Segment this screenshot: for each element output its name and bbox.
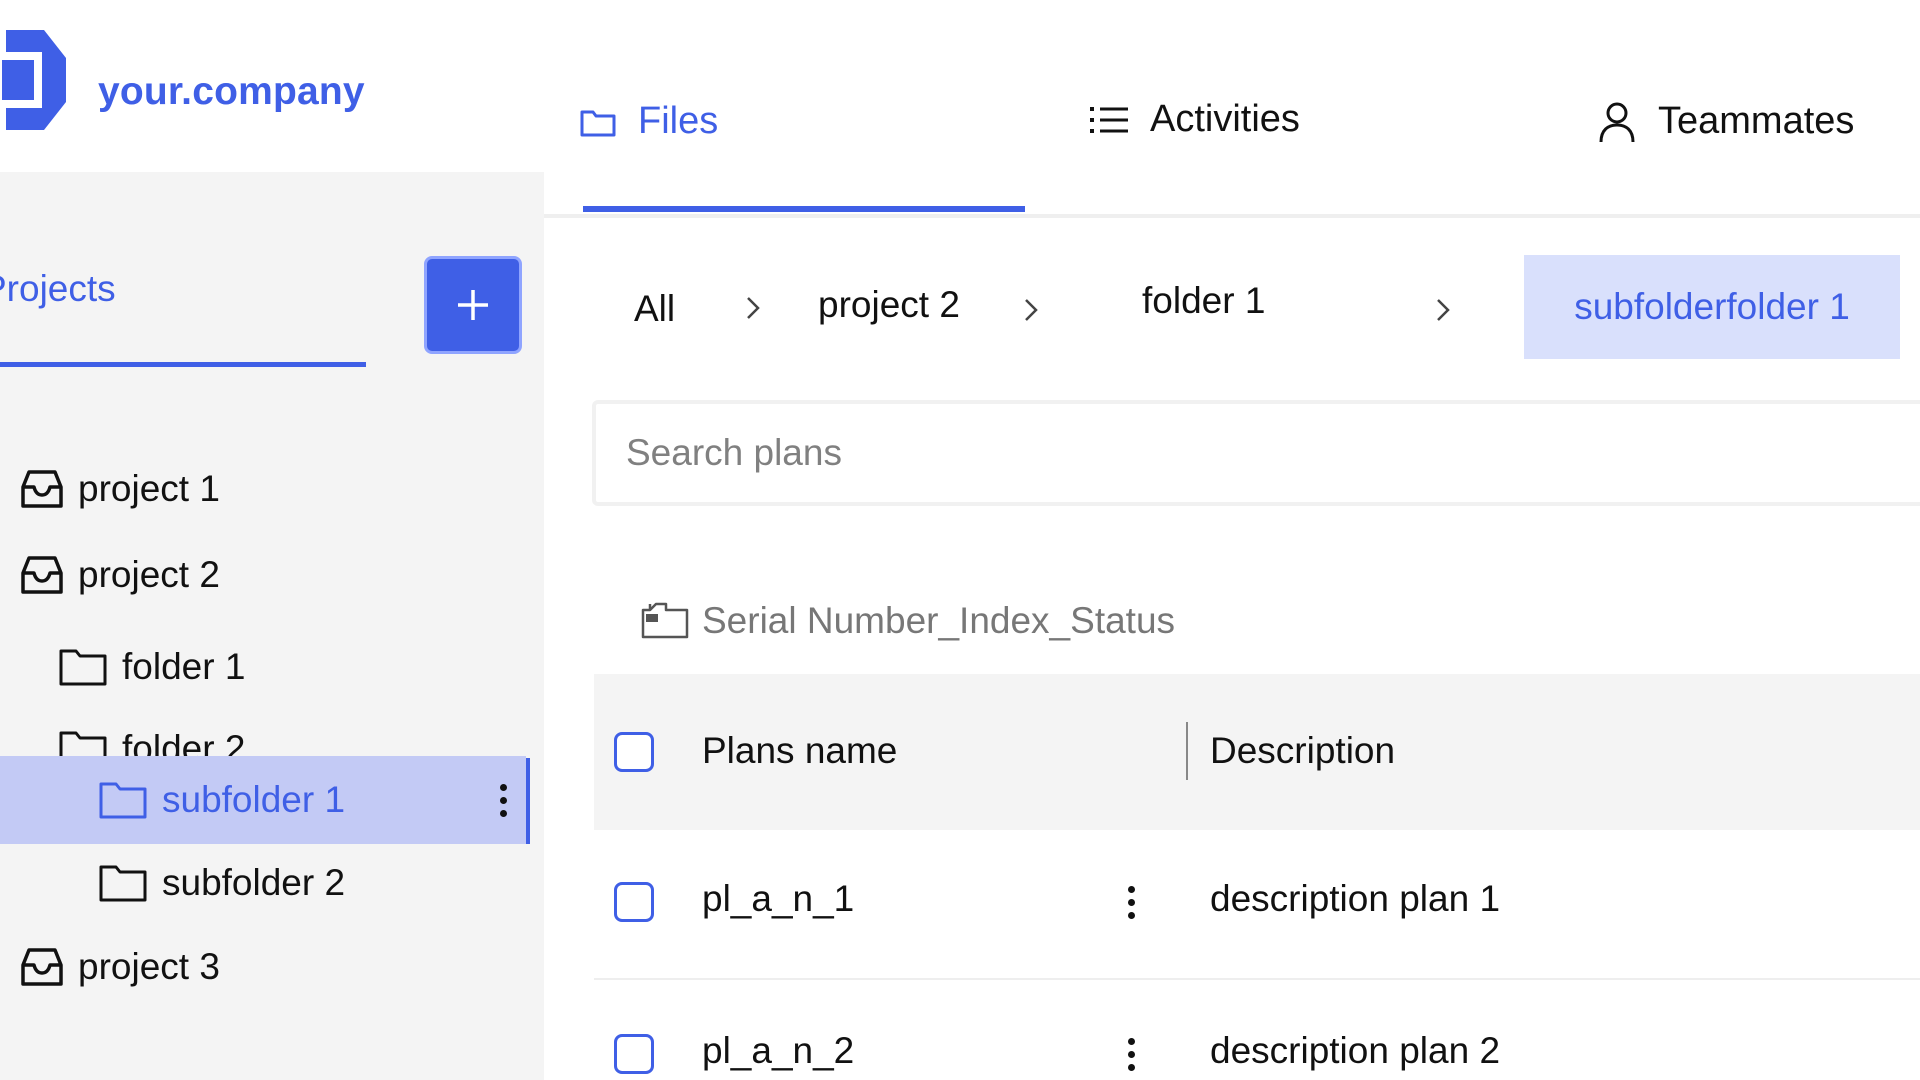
naming-hint: Serial Number_Index_Status <box>640 600 1175 642</box>
tab-teammates[interactable]: Teammates <box>1598 100 1854 143</box>
subfolder-1-more-button[interactable] <box>500 784 507 817</box>
naming-hint-text: Serial Number_Index_Status <box>702 600 1176 641</box>
row-plan-name[interactable]: pl_a_n_1 <box>702 878 854 920</box>
search-input[interactable] <box>626 424 1826 482</box>
tree-item-folder-1[interactable]: folder 1 <box>58 626 245 708</box>
breadcrumb-current[interactable]: subfolderfolder 1 <box>1524 255 1900 359</box>
tree-item-project-1[interactable]: project 1 <box>20 448 220 530</box>
tree-item-project-2[interactable]: project 2 <box>20 534 220 616</box>
tab-files-label: Files <box>638 100 719 142</box>
tree-item-label: project 2 <box>78 554 220 595</box>
breadcrumb-folder-1[interactable]: folder 1 <box>1142 280 1265 322</box>
tree-item-subfolder-2[interactable]: subfolder 2 <box>98 842 345 924</box>
user-icon <box>1598 101 1636 143</box>
row-description: description plan 1 <box>1210 878 1501 919</box>
row-checkbox[interactable] <box>614 1034 654 1074</box>
chevron-right-icon <box>1022 296 1040 324</box>
tree-item-label: subfolder 1 <box>162 779 346 820</box>
tree-item-label: project 1 <box>78 468 220 509</box>
project-box-icon <box>20 947 64 987</box>
select-all-checkbox[interactable] <box>614 732 654 772</box>
tree-item-label: project 3 <box>78 946 220 987</box>
folder-icon <box>580 107 616 137</box>
tab-bar-divider <box>544 214 1920 218</box>
sidebar-tab-indicator <box>0 362 366 367</box>
tree-item-label: folder 1 <box>122 646 246 687</box>
plus-icon <box>458 290 488 320</box>
tag-icon <box>640 602 690 640</box>
tree-item-label: subfolder 2 <box>162 862 346 903</box>
active-tab-indicator <box>583 206 1025 212</box>
folder-icon <box>98 863 148 903</box>
tab-files[interactable]: Files <box>580 100 718 143</box>
list-icon <box>1090 104 1128 136</box>
project-box-icon <box>20 469 64 509</box>
folder-icon <box>58 647 108 687</box>
column-separator[interactable] <box>1186 722 1188 780</box>
selected-item-indicator <box>526 758 530 844</box>
tab-activities-label: Activities <box>1150 98 1300 140</box>
row-divider <box>594 978 1920 980</box>
folder-icon <box>98 780 148 820</box>
tab-teammates-label: Teammates <box>1658 100 1855 142</box>
breadcrumb-project-2[interactable]: project 2 <box>818 284 960 326</box>
row-checkbox[interactable] <box>614 882 654 922</box>
row-plan-name[interactable]: pl_a_n_2 <box>702 1030 854 1072</box>
row-more-button[interactable] <box>1128 1038 1135 1071</box>
sidebar-tab-projects[interactable]: Projects <box>0 268 116 310</box>
chevron-right-icon <box>744 294 762 322</box>
tab-activities[interactable]: Activities <box>1090 98 1300 141</box>
company-name: your.company <box>98 70 365 113</box>
company-logo[interactable]: your.company <box>0 30 420 160</box>
chevron-right-icon <box>1434 296 1452 324</box>
logo-mark-icon <box>0 30 66 130</box>
sidebar: Projects project 1 project 2 folder 1 fo… <box>0 172 544 1080</box>
row-description: description plan 2 <box>1210 1030 1501 1071</box>
column-header-plans-name[interactable]: Plans name <box>702 730 897 772</box>
add-project-button[interactable] <box>424 256 522 354</box>
search-box <box>592 400 1920 506</box>
tree-item-subfolder-1[interactable]: subfolder 1 <box>0 756 526 844</box>
breadcrumb-all[interactable]: All <box>634 288 675 330</box>
project-box-icon <box>20 555 64 595</box>
row-more-button[interactable] <box>1128 886 1135 919</box>
tree-item-project-3[interactable]: project 3 <box>20 926 220 1008</box>
column-header-description[interactable]: Description <box>1210 730 1395 772</box>
